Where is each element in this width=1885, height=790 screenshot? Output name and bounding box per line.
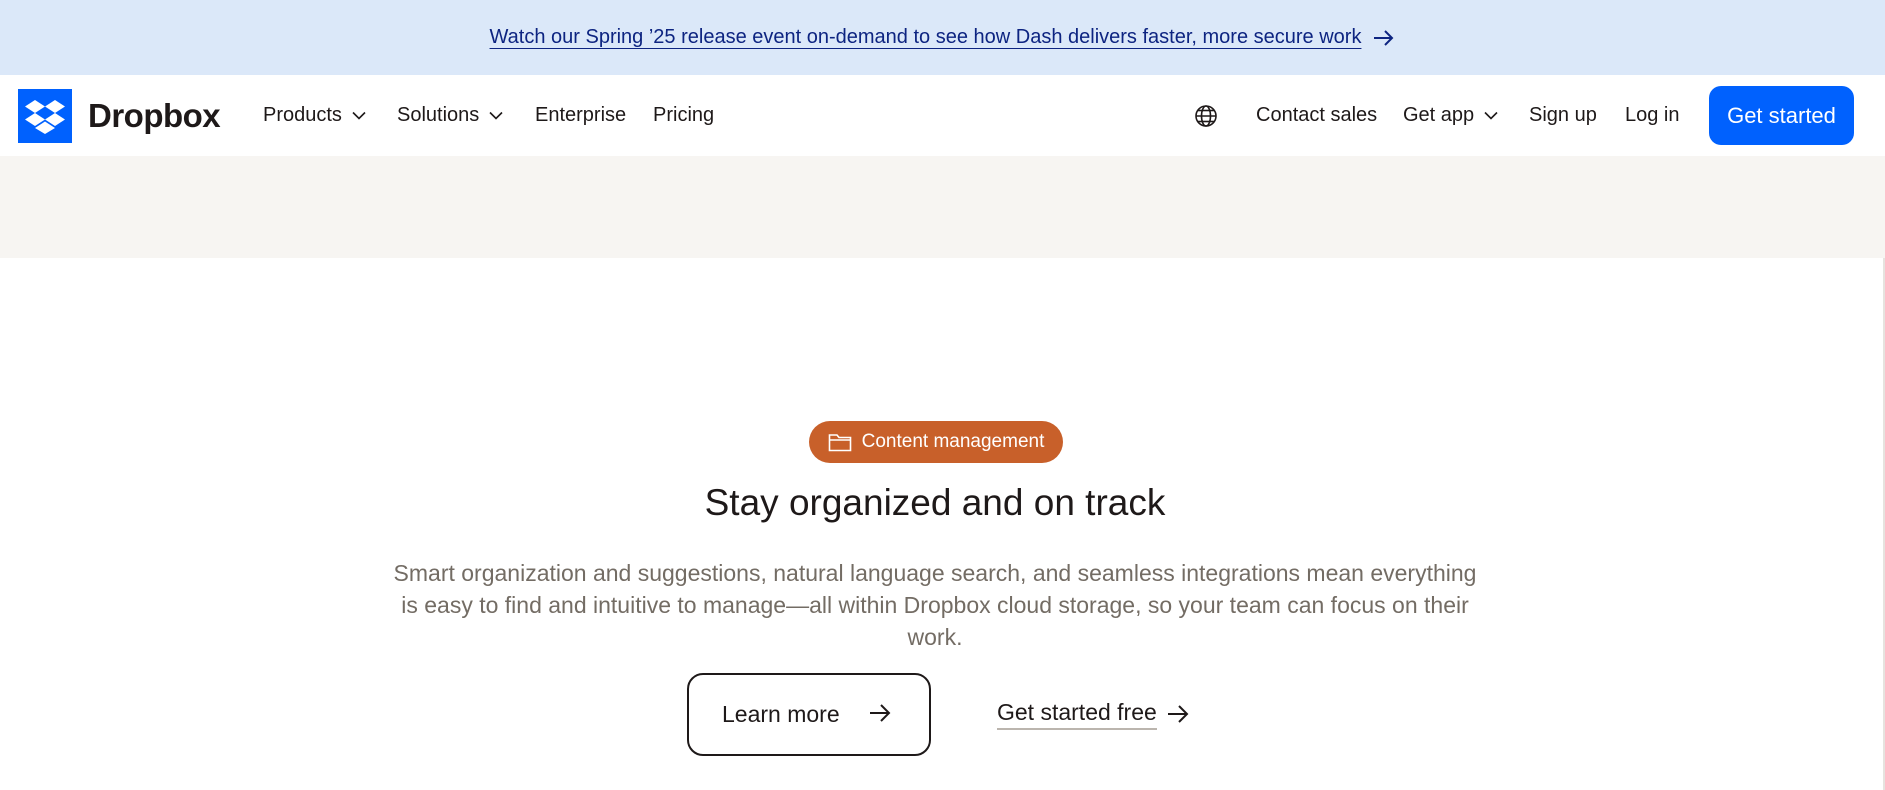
top-navigation: Dropbox Products Solutions Enterprise Pr… bbox=[0, 75, 1885, 156]
hero-top-band bbox=[0, 156, 1885, 258]
nav-item-label: Enterprise bbox=[535, 104, 627, 126]
chevron-down-icon bbox=[1484, 111, 1498, 120]
folder-icon bbox=[828, 432, 852, 452]
section-headline: Stay organized and on track bbox=[704, 482, 1166, 523]
learn-more-label: Learn more bbox=[722, 701, 840, 727]
arrow-right-icon bbox=[869, 703, 891, 723]
globe-icon[interactable] bbox=[1194, 75, 1218, 156]
category-badge: Content management bbox=[809, 421, 1063, 463]
nav-item-enterprise[interactable]: Enterprise bbox=[535, 75, 626, 156]
category-badge-label: Content management bbox=[861, 431, 1045, 452]
contact-sales-label: Contact sales bbox=[1256, 104, 1378, 126]
banner-link[interactable]: Watch our Spring ’25 release event on-de… bbox=[490, 26, 1362, 49]
dropbox-logo-icon bbox=[18, 89, 72, 143]
log-in-link[interactable]: Log in bbox=[1625, 75, 1680, 156]
announcement-banner: Watch our Spring ’25 release event on-de… bbox=[0, 0, 1885, 75]
arrow-right-icon bbox=[1167, 704, 1189, 724]
nav-item-solutions[interactable]: Solutions bbox=[397, 75, 503, 156]
get-app-label: Get app bbox=[1403, 104, 1475, 126]
contact-sales-link[interactable]: Contact sales bbox=[1256, 75, 1377, 156]
log-in-label: Log in bbox=[1625, 104, 1680, 126]
chevron-down-icon bbox=[489, 111, 503, 120]
get-started-free-link[interactable]: Get started free bbox=[997, 697, 1189, 731]
nav-item-label: Solutions bbox=[397, 104, 480, 126]
sign-up-label: Sign up bbox=[1529, 104, 1597, 126]
get-started-button[interactable]: Get started bbox=[1709, 86, 1854, 145]
nav-item-products[interactable]: Products bbox=[263, 75, 366, 156]
chevron-down-icon bbox=[352, 111, 366, 120]
nav-item-pricing[interactable]: Pricing bbox=[653, 75, 714, 156]
get-app-menu[interactable]: Get app bbox=[1403, 75, 1498, 156]
dropbox-logo[interactable]: Dropbox bbox=[18, 89, 221, 143]
section-description: Smart organization and suggestions, natu… bbox=[393, 560, 1477, 650]
logo-wordmark: Dropbox bbox=[88, 97, 221, 134]
arrow-right-icon[interactable] bbox=[1373, 29, 1395, 47]
sign-up-link[interactable]: Sign up bbox=[1529, 75, 1597, 156]
get-started-free-label: Get started free bbox=[997, 699, 1157, 730]
nav-item-label: Products bbox=[263, 104, 342, 126]
learn-more-button[interactable]: Learn more bbox=[687, 673, 931, 756]
nav-item-label: Pricing bbox=[653, 104, 715, 126]
